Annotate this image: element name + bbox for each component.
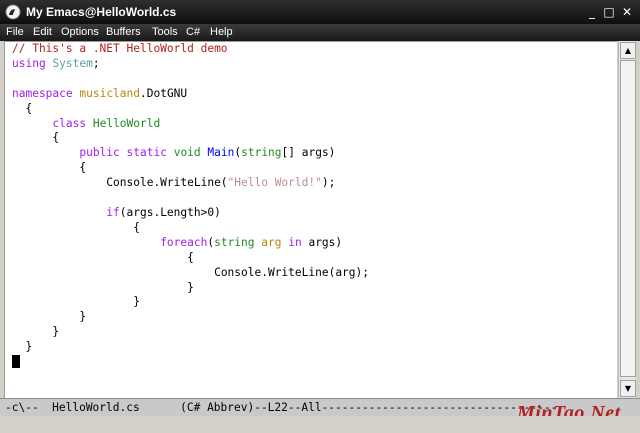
text-cursor xyxy=(12,355,20,369)
keyword-namespace: namespace xyxy=(12,86,73,100)
menu-buffers[interactable]: Buffers xyxy=(106,24,141,41)
comment: // This's a .NET HelloWorld demo xyxy=(12,42,228,55)
keyword-static: static xyxy=(126,146,167,160)
menu-csharp[interactable]: C# xyxy=(186,24,200,41)
code-text[interactable]: // This's a .NET HelloWorld demo using S… xyxy=(12,42,369,371)
minimize-button[interactable]: _ xyxy=(584,4,600,20)
if-condition: (args.Length>0) xyxy=(119,205,221,219)
window-title: My Emacs@HelloWorld.cs xyxy=(26,5,177,19)
menu-edit[interactable]: Edit xyxy=(33,24,52,41)
keyword-public: public xyxy=(79,146,120,160)
console-call: Console.WriteLine( xyxy=(106,176,228,190)
keyword-class: class xyxy=(52,116,87,130)
keyword-using: using xyxy=(12,56,46,70)
class-name: HelloWorld xyxy=(92,116,161,130)
keyword-if: if xyxy=(106,205,120,219)
maximize-button[interactable]: □ xyxy=(601,4,617,20)
editor-buffer[interactable]: // This's a .NET HelloWorld demo using S… xyxy=(4,41,617,398)
args-rest: [] args) xyxy=(281,146,336,160)
namespace-name: musicland xyxy=(79,86,140,100)
keyword-void: void xyxy=(173,146,201,160)
menu-file[interactable]: File xyxy=(6,24,24,41)
emacs-gnu-icon[interactable] xyxy=(5,4,21,20)
menu-tools[interactable]: Tools xyxy=(152,24,178,41)
scroll-up-arrow-icon[interactable]: ▲ xyxy=(620,42,636,59)
type-string: string xyxy=(241,146,282,160)
type-string-2: string xyxy=(214,235,255,249)
foreach-rest: args) xyxy=(301,235,343,249)
namespace-system: System xyxy=(52,56,93,70)
menu-options[interactable]: Options xyxy=(61,24,99,41)
console-arg-call: Console.WriteLine(arg); xyxy=(214,265,369,279)
vertical-scrollbar[interactable]: ▲ ▼ xyxy=(618,41,636,398)
keyword-foreach: foreach xyxy=(160,235,208,249)
close-button[interactable]: ✕ xyxy=(619,4,635,20)
minibuffer[interactable] xyxy=(0,416,640,433)
title-bar: My Emacs@HelloWorld.cs _ □ ✕ xyxy=(0,0,640,24)
variable-arg: arg xyxy=(261,235,282,249)
keyword-in: in xyxy=(288,235,302,249)
call-end: ); xyxy=(321,176,336,190)
scroll-down-arrow-icon[interactable]: ▼ xyxy=(620,380,636,397)
string-hello: "Hello World!" xyxy=(227,176,322,190)
mode-line-text: -c\-- HelloWorld.cs (C# Abbrev)--L22--Al… xyxy=(5,401,558,414)
menu-help[interactable]: Help xyxy=(210,24,233,41)
namespace-rest: .DotGNU xyxy=(140,86,188,100)
function-main: Main xyxy=(207,146,235,160)
scrollbar-thumb[interactable] xyxy=(620,60,636,377)
menu-bar: File Edit Options Buffers Tools C# Help xyxy=(0,24,640,41)
